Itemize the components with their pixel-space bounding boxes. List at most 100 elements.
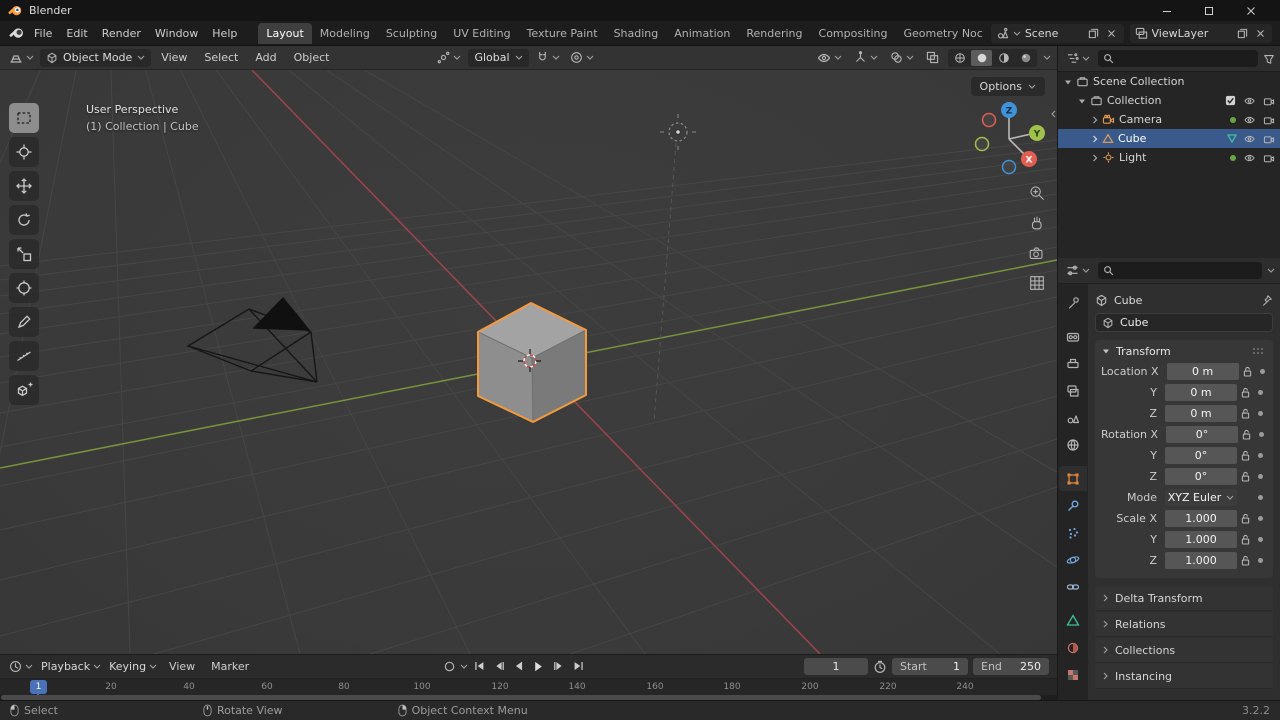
timeline-ruler[interactable]: 20 40 60 80 100 120 140 160 180 200 220 … [0,678,1057,696]
animate-dot[interactable] [1259,431,1265,437]
tool-annotate[interactable] [9,307,39,337]
gizmo-z-negative-ball[interactable] [1001,159,1017,175]
jump-to-start-button[interactable] [469,657,488,675]
3d-viewport[interactable]: User Perspective (1) Collection | Cube O… [0,70,1057,654]
tab-tool[interactable] [1059,290,1087,315]
rotation-y-field[interactable]: 0° [1165,446,1237,464]
animate-dot[interactable] [1258,410,1263,416]
tool-move[interactable] [9,171,39,201]
outliner-item-light[interactable]: Light [1058,148,1280,167]
new-view-layer-button[interactable] [1235,26,1249,40]
zoom-button[interactable] [1026,182,1048,204]
render-camera-icon[interactable] [1263,134,1275,144]
maximize-button[interactable] [1188,0,1230,21]
viewport-menu-select[interactable]: Select [197,48,245,67]
toggle-ortho-button[interactable] [1026,272,1048,294]
lock-icon[interactable] [1241,387,1250,398]
disclosure-right-icon[interactable] [1092,116,1098,124]
tab-constraints[interactable] [1059,574,1087,599]
jump-to-end-button[interactable] [569,657,588,675]
transform-orientation-selector[interactable]: Global [468,48,529,67]
render-camera-icon[interactable] [1263,115,1275,125]
tab-object-data[interactable] [1059,608,1087,633]
scale-x-field[interactable]: 1.000 [1165,509,1237,527]
workspace-tab-layout[interactable]: Layout [258,22,312,44]
location-z-field[interactable]: 0 m [1165,404,1237,422]
start-frame-field[interactable]: Start 1 [892,658,968,675]
menu-edit[interactable]: Edit [59,24,94,43]
properties-options-chevron-icon[interactable] [1267,268,1275,273]
properties-search-input[interactable] [1098,262,1262,279]
lock-icon[interactable] [1241,450,1250,461]
proportional-edit-button[interactable] [567,49,597,66]
end-frame-field[interactable]: End 250 [973,658,1049,675]
gizmo-x-negative-ball[interactable] [981,112,997,128]
tool-rotate[interactable] [9,205,39,235]
auto-keying-button[interactable] [440,657,459,675]
outliner-item-collection[interactable]: Collection [1058,91,1280,110]
options-button[interactable]: Options [970,77,1045,96]
rotation-mode-dropdown[interactable]: XYZ Euler [1165,488,1237,506]
eye-icon[interactable] [1243,96,1256,106]
rotation-z-field[interactable]: 0° [1165,467,1237,485]
shading-material-button[interactable] [993,50,1014,66]
workspace-tab-shading[interactable]: Shading [606,23,667,44]
outliner-item-scene-collection[interactable]: Scene Collection [1058,72,1280,91]
tab-object[interactable] [1059,466,1087,491]
transform-panel-header[interactable]: Transform [1095,340,1273,362]
eye-icon[interactable] [1243,115,1256,125]
properties-editor-type-button[interactable] [1063,262,1093,279]
workspace-tab-texture-paint[interactable]: Texture Paint [519,23,606,44]
menu-file[interactable]: File [27,24,59,43]
location-x-field[interactable]: 0 m [1166,362,1239,380]
filter-icon[interactable] [1263,53,1275,65]
animate-dot[interactable] [1258,389,1263,395]
view-layer-selector[interactable]: ViewLayer [1129,23,1272,43]
instancing-panel[interactable]: Instancing [1095,664,1273,689]
jump-next-keyframe-button[interactable] [549,657,568,675]
show-gizmo-button[interactable] [851,49,881,66]
shading-wireframe-button[interactable] [949,50,970,66]
shading-rendered-button[interactable] [1015,50,1036,66]
minimize-button[interactable] [1146,0,1188,21]
tab-modifiers[interactable] [1059,493,1087,518]
object-name-field[interactable]: Cube [1095,313,1273,332]
workspace-tab-uv-editing[interactable]: UV Editing [445,23,518,44]
tab-view-layer[interactable] [1059,378,1087,403]
render-camera-icon[interactable] [1263,96,1275,106]
show-overlays-button[interactable] [887,49,917,66]
lock-icon[interactable] [1241,555,1250,566]
close-button[interactable] [1230,0,1272,21]
editor-type-button[interactable] [6,49,37,67]
outliner-item-camera[interactable]: Camera [1058,110,1280,129]
animate-dot[interactable] [1258,557,1263,563]
app-menu-button[interactable] [6,24,27,43]
xray-toggle-button[interactable] [923,49,942,66]
mode-selector[interactable]: Object Mode [40,48,152,67]
viewport-menu-view[interactable]: View [154,48,194,67]
disclosure-right-icon[interactable] [1092,135,1098,143]
tool-measure[interactable] [9,341,39,371]
tab-scene[interactable] [1059,405,1087,430]
lock-icon[interactable] [1243,366,1252,377]
camera-view-button[interactable] [1026,242,1048,264]
tool-add-cube[interactable] [9,375,39,405]
disclosure-right-icon[interactable] [1092,154,1098,162]
play-reverse-button[interactable] [509,657,528,675]
keying-menu[interactable]: Keying [106,658,160,675]
timeline-menu-marker[interactable]: Marker [204,657,256,676]
tab-texture[interactable] [1059,662,1087,687]
lock-icon[interactable] [1241,408,1250,419]
gizmo-y-negative-ball[interactable] [974,136,990,152]
timeline-menu-view[interactable]: View [162,657,202,676]
animate-dot[interactable] [1258,494,1263,500]
disclosure-down-icon[interactable] [1064,79,1072,85]
playhead[interactable]: 1 [30,680,47,694]
menu-render[interactable]: Render [95,24,148,43]
animate-dot[interactable] [1258,515,1263,521]
scale-y-field[interactable]: 1.000 [1165,530,1237,548]
animate-dot[interactable] [1258,452,1263,458]
animate-dot[interactable] [1259,368,1265,374]
collections-panel[interactable]: Collections [1095,638,1273,663]
timer-icon[interactable] [873,660,887,674]
